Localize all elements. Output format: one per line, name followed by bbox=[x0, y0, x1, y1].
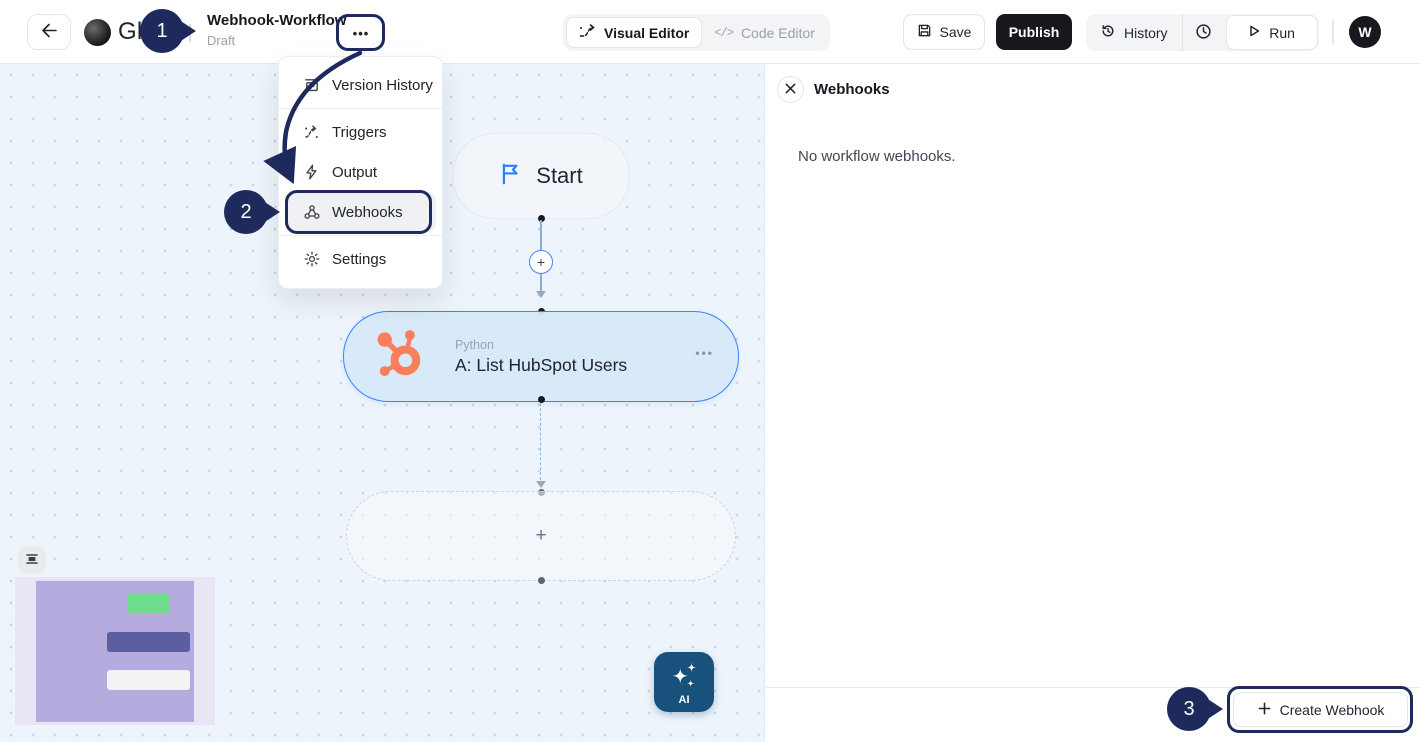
plus-icon: + bbox=[535, 525, 546, 547]
history-icon bbox=[1100, 23, 1116, 42]
node-text-block: Python A: List HubSpot Users bbox=[455, 338, 627, 376]
tab-code-editor[interactable]: </> Code Editor bbox=[702, 17, 827, 48]
triggers-icon bbox=[303, 124, 320, 140]
schedule-clock-button[interactable] bbox=[1183, 14, 1225, 51]
visual-editor-icon bbox=[579, 24, 596, 42]
run-label: Run bbox=[1269, 25, 1295, 41]
code-editor-icon: </> bbox=[714, 26, 733, 40]
menu-item-label: Version History bbox=[332, 77, 433, 94]
insert-node-button[interactable]: + bbox=[529, 250, 553, 274]
add-node-placeholder[interactable]: + bbox=[346, 491, 736, 581]
top-toolbar: Glo Webhook-Workflow Draft ••• Visual Ed… bbox=[0, 0, 1420, 64]
node-language-label: Python bbox=[455, 338, 627, 352]
minimap-placeholder-node bbox=[107, 670, 190, 690]
fit-view-icon bbox=[24, 551, 40, 570]
connector-arrowhead-icon bbox=[536, 481, 546, 488]
ai-button-label: AI bbox=[679, 694, 690, 706]
workflow-more-menu: Version History Triggers Output Webhooks bbox=[278, 56, 443, 289]
back-arrow-icon bbox=[41, 23, 58, 41]
create-webhook-button[interactable]: Create Webhook bbox=[1233, 692, 1408, 727]
workflow-title-block: Webhook-Workflow Draft bbox=[207, 12, 346, 48]
node-more-button[interactable]: ••• bbox=[695, 346, 714, 360]
menu-item-label: Webhooks bbox=[332, 204, 403, 221]
menu-item-label: Settings bbox=[332, 251, 386, 268]
menu-item-output[interactable]: Output bbox=[285, 152, 436, 192]
gear-icon bbox=[303, 251, 320, 267]
menu-divider bbox=[279, 108, 442, 109]
play-icon bbox=[1248, 24, 1261, 41]
history-button[interactable]: History bbox=[1086, 14, 1182, 51]
create-webhook-label: Create Webhook bbox=[1280, 702, 1385, 718]
node-title: A: List HubSpot Users bbox=[455, 355, 627, 376]
hubspot-icon bbox=[373, 327, 427, 386]
start-node-label: Start bbox=[536, 163, 582, 189]
tab-visual-editor[interactable]: Visual Editor bbox=[566, 17, 702, 48]
menu-item-triggers[interactable]: Triggers bbox=[285, 112, 436, 152]
menu-divider bbox=[279, 235, 442, 236]
fit-view-button[interactable] bbox=[18, 546, 46, 574]
minimap-start-node bbox=[128, 594, 169, 613]
logo-mark-icon bbox=[84, 19, 111, 46]
flag-icon bbox=[499, 162, 523, 191]
header-divider bbox=[1332, 20, 1334, 44]
code-editor-label: Code Editor bbox=[741, 25, 815, 41]
connector-arrowhead-icon bbox=[536, 291, 546, 298]
app-logo[interactable]: Glo bbox=[84, 18, 156, 46]
menu-item-version-history[interactable]: Version History bbox=[285, 65, 436, 105]
save-button[interactable]: Save bbox=[903, 14, 985, 50]
connector-dot[interactable] bbox=[538, 396, 545, 403]
hubspot-python-node[interactable]: Python A: List HubSpot Users ••• bbox=[343, 311, 739, 402]
minimap-hubspot-node bbox=[107, 632, 190, 652]
close-panel-button[interactable] bbox=[777, 76, 804, 103]
output-zap-icon bbox=[303, 164, 320, 180]
panel-footer-divider bbox=[766, 687, 1420, 688]
menu-item-settings[interactable]: Settings bbox=[285, 239, 436, 279]
workflow-editor-app: Glo Webhook-Workflow Draft ••• Visual Ed… bbox=[0, 0, 1420, 742]
run-controls-group: History Run bbox=[1086, 14, 1319, 51]
close-icon bbox=[784, 82, 797, 98]
menu-item-label: Triggers bbox=[332, 124, 386, 141]
menu-item-webhooks[interactable]: Webhooks bbox=[285, 192, 436, 232]
dashed-connector-edge bbox=[540, 403, 541, 485]
version-history-icon bbox=[303, 77, 320, 93]
visual-editor-label: Visual Editor bbox=[604, 25, 689, 41]
menu-item-label: Output bbox=[332, 164, 377, 181]
publish-button[interactable]: Publish bbox=[996, 14, 1072, 50]
sparkles-icon bbox=[667, 658, 701, 693]
webhook-icon bbox=[303, 204, 320, 220]
panel-empty-message: No workflow webhooks. bbox=[798, 148, 956, 165]
save-icon bbox=[917, 23, 932, 41]
user-avatar[interactable]: W bbox=[1349, 16, 1381, 48]
history-label: History bbox=[1124, 25, 1168, 41]
start-node[interactable]: Start bbox=[452, 133, 630, 219]
workflow-more-button[interactable]: ••• bbox=[343, 19, 379, 47]
plus-icon bbox=[1257, 701, 1272, 719]
clock-icon bbox=[1195, 23, 1212, 43]
panel-title: Webhooks bbox=[814, 81, 890, 98]
workflow-title: Webhook-Workflow bbox=[207, 12, 346, 29]
minimap-viewport bbox=[36, 581, 194, 722]
connector-dot[interactable] bbox=[538, 577, 545, 584]
logo-text: Glo bbox=[118, 18, 156, 46]
editor-mode-toggle: Visual Editor </> Code Editor bbox=[563, 14, 830, 51]
ai-assistant-button[interactable]: AI bbox=[654, 652, 714, 712]
back-button[interactable] bbox=[27, 14, 71, 50]
header-divider bbox=[189, 24, 191, 42]
webhooks-panel: Webhooks No workflow webhooks. Create We… bbox=[766, 64, 1420, 742]
minimap[interactable] bbox=[15, 577, 215, 725]
run-button[interactable]: Run bbox=[1226, 15, 1318, 50]
workflow-status-badge: Draft bbox=[207, 33, 346, 48]
save-label: Save bbox=[940, 24, 972, 40]
